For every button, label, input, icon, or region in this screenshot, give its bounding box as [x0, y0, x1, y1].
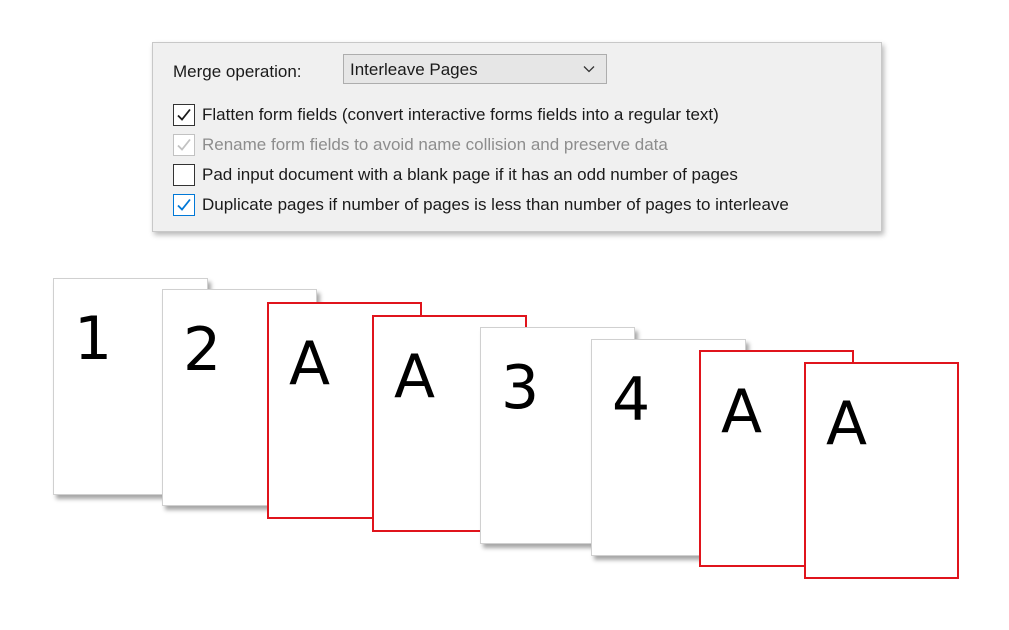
pad-blank-page-checkbox[interactable]: [173, 164, 195, 186]
page-number: 1: [74, 304, 113, 374]
page-letter: A: [394, 342, 436, 412]
merge-operation-dropdown[interactable]: Interleave Pages: [343, 54, 607, 84]
checkmark-icon: [177, 138, 191, 151]
rename-form-fields-checkbox: [173, 134, 195, 156]
interleave-page-a: A: [804, 362, 959, 579]
page-letter: A: [826, 389, 868, 459]
rename-form-fields-option: Rename form fields to avoid name collisi…: [173, 132, 668, 158]
merge-options-panel: Merge operation: Interleave Pages Flatte…: [152, 42, 882, 232]
flatten-form-fields-checkbox[interactable]: [173, 104, 195, 126]
merge-operation-value: Interleave Pages: [350, 60, 478, 79]
page-letter: A: [289, 329, 331, 399]
rename-form-fields-label: Rename form fields to avoid name collisi…: [202, 135, 668, 154]
page-letter: A: [721, 377, 763, 447]
chevron-down-icon: [583, 66, 595, 73]
duplicate-pages-checkbox[interactable]: [173, 194, 195, 216]
pad-blank-page-option[interactable]: Pad input document with a blank page if …: [173, 162, 738, 188]
pad-blank-page-label: Pad input document with a blank page if …: [202, 165, 738, 184]
merge-operation-label: Merge operation:: [173, 62, 302, 81]
checkmark-icon: [177, 108, 191, 121]
flatten-form-fields-label: Flatten form fields (convert interactive…: [202, 105, 719, 124]
duplicate-pages-option[interactable]: Duplicate pages if number of pages is le…: [173, 192, 789, 218]
duplicate-pages-label: Duplicate pages if number of pages is le…: [202, 195, 789, 214]
page-number: 3: [501, 353, 540, 423]
checkmark-icon: [177, 198, 191, 211]
page-number: 2: [183, 315, 222, 385]
page-number: 4: [612, 365, 651, 435]
flatten-form-fields-option[interactable]: Flatten form fields (convert interactive…: [173, 102, 719, 128]
